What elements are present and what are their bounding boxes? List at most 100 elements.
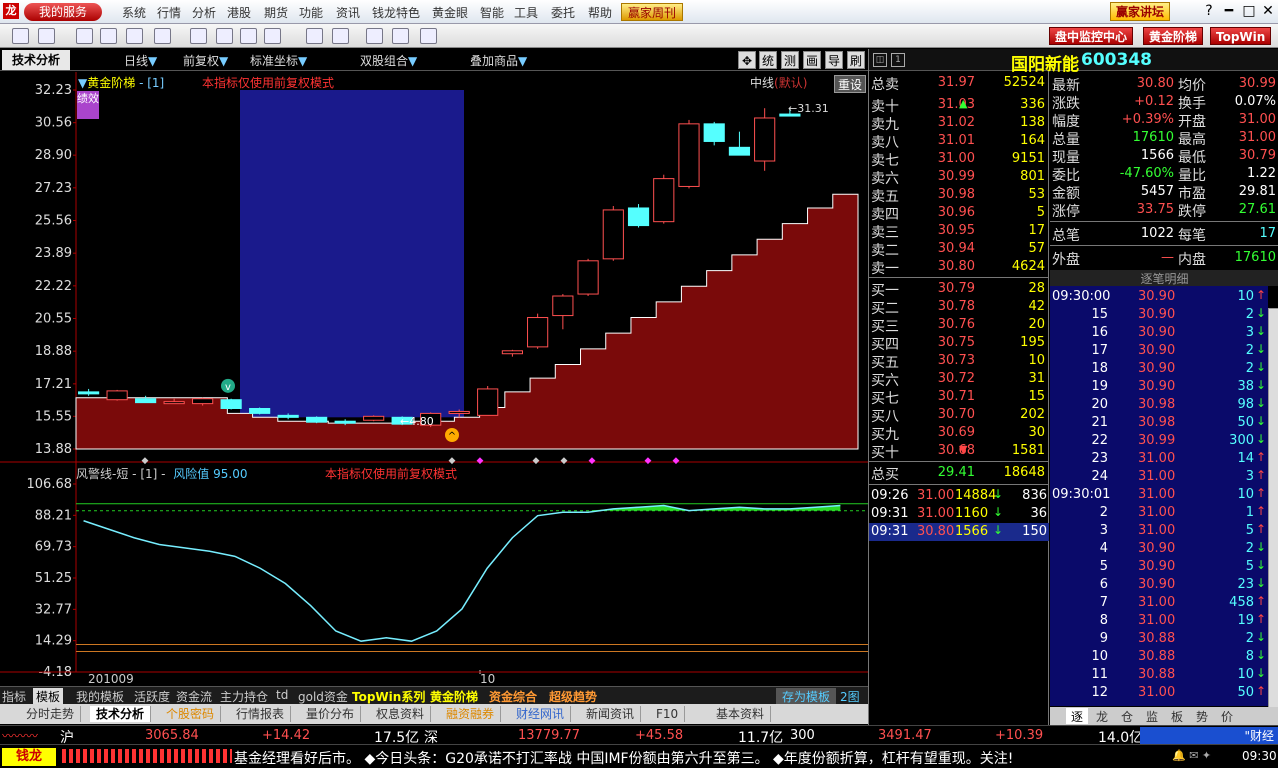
view-tab-3[interactable]: 行情报表 — [230, 706, 292, 722]
coordinate-dropdown[interactable]: 标准坐标▼ — [250, 52, 307, 69]
indicator-tab-11[interactable]: 超级趋势 — [549, 688, 597, 705]
grid-icon[interactable] — [264, 28, 281, 44]
side-tab-3[interactable]: 监 — [1141, 708, 1163, 724]
buy-level-9[interactable]: 买九 30.69 30 — [869, 424, 1049, 443]
side-tab-1[interactable]: 龙 — [1091, 708, 1113, 724]
detail-scrollbar[interactable] — [1268, 308, 1278, 728]
buy-level-1[interactable]: 买一 30.79 28 — [869, 280, 1049, 299]
winner-lecture-button[interactable]: 赢家讲坛 — [1110, 2, 1171, 21]
zoom-icon[interactable] — [12, 28, 29, 44]
indicator-tab-10[interactable]: 资金综合 — [489, 688, 537, 705]
sell-level-5[interactable]: 卖五 30.98 53 — [869, 186, 1049, 205]
overlay-dropdown[interactable]: 叠加商品▼ — [470, 52, 527, 69]
view-tab-0[interactable]: 分时走势 — [20, 706, 82, 722]
maximize-icon[interactable]: □ — [1240, 3, 1258, 20]
menu-item-7[interactable]: 钱龙特色 — [372, 4, 420, 21]
indicator-tab-0[interactable]: 指标 — [2, 688, 26, 705]
indicator-tab-8[interactable]: TopWin系列 — [352, 688, 425, 705]
two-chart-button[interactable]: 2图 — [840, 688, 866, 704]
view-tab-4[interactable]: 量价分布 — [300, 706, 362, 722]
buy-level-2[interactable]: 买二 30.78 42 — [869, 298, 1049, 317]
menu-item-4[interactable]: 期货 — [264, 4, 288, 21]
table-icon[interactable] — [100, 28, 117, 44]
menu-item-2[interactable]: 分析 — [192, 4, 216, 21]
buy-level-7[interactable]: 买七 30.71 15 — [869, 388, 1049, 407]
menu-item-6[interactable]: 资讯 — [336, 4, 360, 21]
buy-level-3[interactable]: 买三 30.76 20 — [869, 316, 1049, 335]
buy-level-4[interactable]: 买四 30.75 195 — [869, 334, 1049, 353]
sell-level-6[interactable]: 卖六 30.99 801 — [869, 168, 1049, 187]
export-button[interactable]: 导 — [825, 51, 843, 69]
indicator-tab-1[interactable]: 模板 — [33, 688, 64, 705]
indicator-tab-5[interactable]: 主力持仓 — [220, 688, 268, 705]
view-tab-1[interactable]: 技术分析 — [90, 706, 152, 722]
sell-level-3[interactable]: 卖三 30.95 17 — [869, 222, 1049, 241]
help-icon[interactable]: ? — [1200, 3, 1218, 20]
view-tab-2[interactable]: 个股密码 — [160, 706, 222, 722]
view-tab-9[interactable]: F10 — [650, 706, 686, 722]
sell-level-10[interactable]: 卖十 31.03 ▲ 336 — [869, 96, 1049, 115]
indicator-tab-7[interactable]: gold资金 — [298, 688, 348, 705]
view-tab-5[interactable]: 权息资料 — [370, 706, 432, 722]
indicator-tab-6[interactable]: td — [276, 688, 288, 702]
star-icon[interactable] — [190, 28, 207, 44]
weekly-magazine-button[interactable]: 赢家周刊 — [621, 3, 684, 21]
note-icon[interactable] — [216, 28, 233, 44]
print-icon[interactable] — [38, 28, 55, 44]
view-tab-10[interactable]: 基本资料 — [710, 706, 772, 722]
menu-item-1[interactable]: 行情 — [157, 4, 181, 21]
panel-layout-icon[interactable]: 1 — [891, 53, 905, 67]
screen-icon[interactable] — [76, 28, 93, 44]
sell-level-4[interactable]: 卖四 30.96 5 — [869, 204, 1049, 223]
side-tab-0[interactable]: 逐 — [1066, 708, 1088, 724]
sell-level-9[interactable]: 卖九 31.02 138 — [869, 114, 1049, 133]
phone-icon[interactable] — [366, 28, 383, 44]
view-tab-7[interactable]: 财经网讯 — [510, 706, 572, 722]
menu-item-12[interactable]: 帮助 — [588, 4, 612, 21]
trade-row[interactable]: 09:31 31.00 1160 ↓ 36 — [869, 505, 1049, 523]
view-tab-8[interactable]: 新闻资讯 — [580, 706, 642, 722]
trade-row[interactable]: 09:31 30.80 1566 ↓ 150 — [869, 523, 1049, 541]
indicator-tab-9[interactable]: 黄金阶梯 — [430, 688, 478, 705]
puzzle-icon[interactable] — [332, 28, 349, 44]
buy-level-6[interactable]: 买六 30.72 31 — [869, 370, 1049, 389]
link-icon[interactable] — [306, 28, 323, 44]
menu-item-11[interactable]: 委托 — [551, 4, 575, 21]
golden-ladder-button[interactable]: 黄金阶梯 — [1143, 27, 1204, 45]
combo-dropdown[interactable]: 双股组合▼ — [360, 52, 417, 69]
side-tab-2[interactable]: 仓 — [1116, 708, 1138, 724]
trade-row[interactable]: 09:26 31.00 14884 ↓ 836 — [869, 487, 1049, 505]
test-button[interactable]: 测 — [781, 51, 799, 69]
draw-button[interactable]: 画 — [803, 51, 821, 69]
chat-icon[interactable] — [420, 28, 437, 44]
sell-level-1[interactable]: 卖一 30.80 4624 — [869, 258, 1049, 277]
topwin-button[interactable]: TopWin — [1210, 27, 1272, 45]
buy-level-5[interactable]: 买五 30.73 10 — [869, 352, 1049, 371]
sell-total[interactable]: 总卖 31.97 52524 — [869, 74, 1049, 93]
move-icon[interactable]: ✥ — [738, 51, 756, 69]
indicator-tab-3[interactable]: 活跃度 — [134, 688, 170, 705]
save-template-button[interactable]: 存为模板 — [776, 688, 836, 704]
my-service-button[interactable]: 我的服务 — [24, 3, 102, 21]
sell-level-8[interactable]: 卖八 31.01 164 — [869, 132, 1049, 151]
indicator-tab-2[interactable]: 我的模板 — [76, 688, 124, 705]
side-tab-5[interactable]: 势 — [1191, 708, 1213, 724]
panel-toggle-icon[interactable]: ◫ — [873, 53, 887, 67]
finance-link[interactable]: "财经 — [1140, 727, 1278, 744]
menu-item-8[interactable]: 黄金眼 — [432, 4, 468, 21]
indicator-tab-4[interactable]: 资金流 — [176, 688, 212, 705]
buy-level-8[interactable]: 买八 30.70 202 — [869, 406, 1049, 425]
menu-item-9[interactable]: 智能 — [480, 4, 504, 21]
sell-level-2[interactable]: 卖二 30.94 57 — [869, 240, 1049, 259]
menu-item-0[interactable]: 系统 — [122, 4, 146, 21]
sell-level-7[interactable]: 卖七 31.00 9151 — [869, 150, 1049, 169]
refresh-button[interactable]: 刷 — [847, 51, 865, 69]
menu-item-3[interactable]: 港股 — [227, 4, 251, 21]
view-tab-6[interactable]: 融资融券 — [440, 706, 502, 722]
help-doc-icon[interactable] — [392, 28, 409, 44]
monitor-center-button[interactable]: 盘中监控中心 — [1049, 27, 1134, 45]
side-tab-4[interactable]: 板 — [1166, 708, 1188, 724]
chart-area[interactable]: 32.23 30.56 28.90 27.23 25.56 23.89 22.22 20.55… — [0, 72, 868, 686]
chart-icon[interactable] — [126, 28, 143, 44]
stats-button[interactable]: 统 — [759, 51, 777, 69]
